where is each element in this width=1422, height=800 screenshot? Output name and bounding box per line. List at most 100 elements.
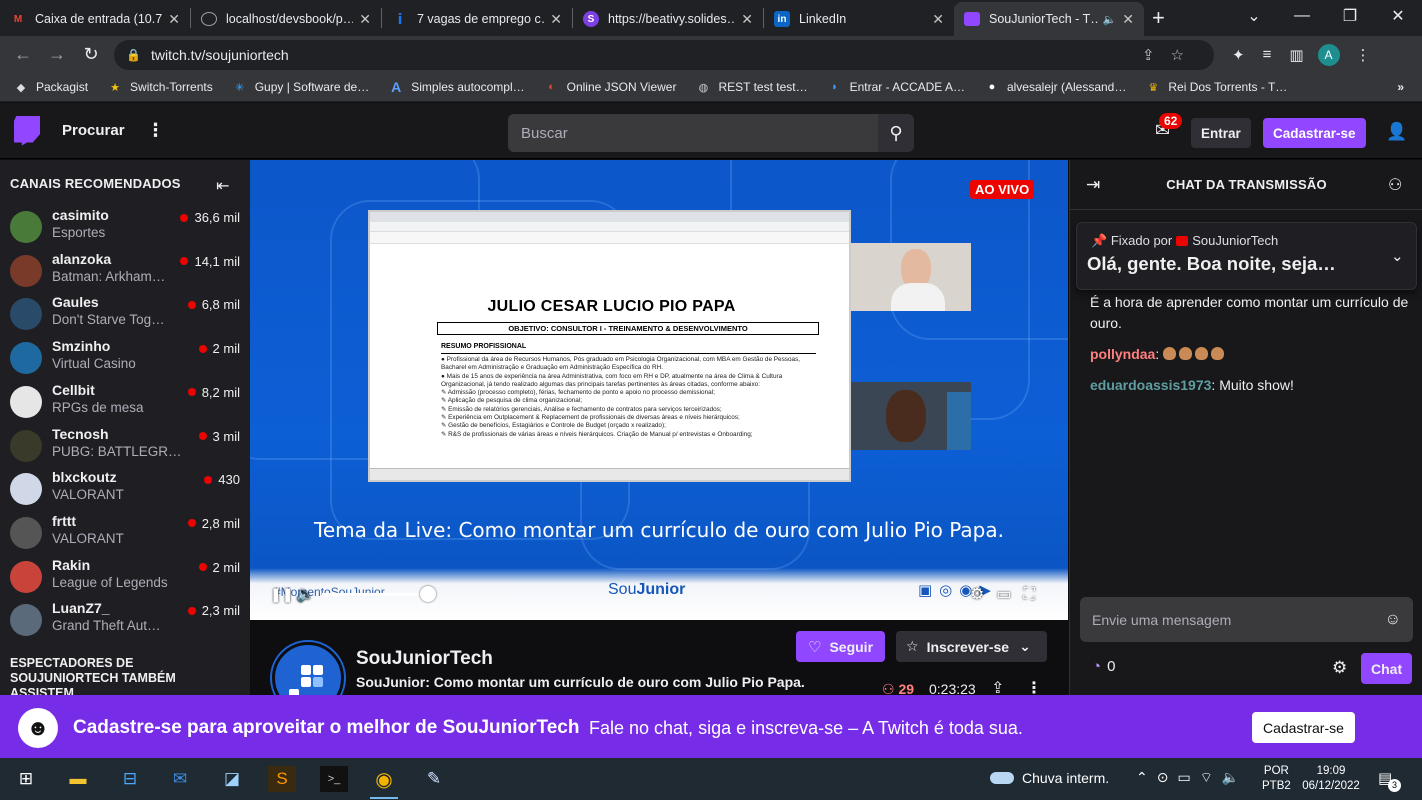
live-dot-icon — [180, 257, 189, 266]
close-window-button[interactable]: ✕ — [1374, 6, 1422, 26]
browser-tab-vagas[interactable]: ⅰ 7 vagas de emprego c… ✕ — [382, 2, 572, 36]
bookmark-packagist[interactable]: ◆ Packagist — [14, 80, 88, 94]
pinned-message[interactable]: 📌 Fixado por SouJuniorTech Olá, gente. Bo… — [1076, 222, 1417, 290]
language-indicator[interactable]: POR PTB2 — [1262, 764, 1291, 794]
system-tray-icons[interactable]: ⌃⊙▭⌔🔈 — [1136, 769, 1248, 787]
sidebar-channel[interactable]: blxckoutz VALORANT 430 — [0, 467, 250, 511]
clock-time: 19:09 — [1316, 765, 1346, 777]
sublime-icon[interactable]: S — [268, 766, 296, 792]
chat-input[interactable]: Envie uma mensagem ☺ — [1080, 597, 1413, 642]
back-button[interactable]: ← — [6, 44, 40, 65]
player-controls-icons[interactable]: ⚙▭⛶ — [970, 584, 1047, 604]
volume-slider-handle[interactable] — [420, 586, 436, 602]
new-tab-button[interactable]: + — [1152, 5, 1165, 31]
chrome-icon[interactable]: ◉ — [370, 766, 398, 799]
weather-widget[interactable]: Chuva interm. — [990, 770, 1109, 786]
side-panel-icon[interactable]: ▥ — [1289, 46, 1303, 64]
live-dot-icon — [204, 475, 213, 484]
channel-avatar[interactable] — [272, 642, 344, 695]
close-icon[interactable]: ✕ — [932, 11, 944, 28]
media-control-icon[interactable]: ≡ — [1263, 46, 1272, 63]
search-input[interactable]: Buscar — [508, 114, 878, 152]
notes-icon[interactable]: ◪ — [218, 766, 246, 792]
omnibox[interactable]: 🔒 twitch.tv/souju­niortech ⇪☆ — [114, 39, 1214, 70]
bookmark-json-viewer[interactable]: ◐ Online JSON Viewer — [545, 80, 676, 94]
sidebar-channel[interactable]: frttt VALORANT 2,8 mil — [0, 511, 250, 555]
more-menu-icon[interactable]: ⋮ — [147, 120, 165, 141]
volume-slider-track[interactable] — [322, 593, 428, 596]
search-button[interactable]: ⚲ — [878, 114, 914, 152]
close-icon[interactable]: ✕ — [1122, 11, 1134, 28]
browser-tab-solides[interactable]: S https://beativy.solides… ✕ — [573, 2, 763, 36]
sidebar-channel[interactable]: alanzoka Batman: Arkham… 14,1 mil — [0, 249, 250, 293]
notification-center-icon[interactable]: ▤ 3 — [1378, 769, 1401, 792]
community-icon[interactable]: ⚇ — [1388, 175, 1402, 195]
terminal-icon[interactable]: >_ — [320, 766, 348, 792]
browser-tab-twitch[interactable]: SouJuniorTech - T… 🔈 ✕ — [954, 2, 1144, 36]
more-bookmarks-icon[interactable]: » — [1397, 80, 1404, 94]
share-and-star-icons[interactable]: ⇪☆ — [1142, 46, 1200, 64]
banner-signup-button[interactable]: Cadastrar-se — [1252, 712, 1355, 743]
minimize-button[interactable]: — — [1278, 7, 1326, 25]
chat-settings-icon[interactable]: ⚙ — [1332, 658, 1347, 678]
browser-tab-localhost[interactable]: localhost/devsbook/p… ✕ — [191, 2, 381, 36]
windows-start-icon[interactable]: ⊞ — [12, 766, 40, 792]
reload-button[interactable]: ↻ — [74, 44, 108, 65]
chevron-down-icon[interactable]: ⌄ — [1391, 247, 1404, 265]
browse-link[interactable]: Procurar — [62, 122, 125, 139]
viewer-count-value: 2 mil — [212, 559, 240, 575]
profile-avatar[interactable]: A — [1317, 43, 1340, 66]
channel-name[interactable]: SouJuniorTech — [356, 648, 493, 670]
browser-tab-linkedin[interactable]: in LinkedIn ✕ — [764, 2, 954, 36]
sidebar-channel[interactable]: Tecnosh PUBG: BATTLEGR… 3 mil — [0, 424, 250, 468]
bookmark-rest-test[interactable]: ◍ REST test test… — [696, 80, 808, 94]
bookmark-github[interactable]: ● alvesalejr (Alessand… — [985, 80, 1127, 94]
share-icon[interactable]: ⇪ — [991, 678, 1004, 695]
lock-icon[interactable]: 🔒 — [126, 48, 141, 62]
close-icon[interactable]: ✕ — [741, 11, 753, 28]
store-icon[interactable]: ⊟ — [116, 766, 144, 792]
emote-picker-icon[interactable]: ☺ — [1385, 611, 1401, 629]
forward-button[interactable]: → — [40, 44, 74, 65]
chat-username[interactable]: pollyndaa — [1090, 346, 1155, 362]
sidebar-channel[interactable]: LuanZ7_ Grand Theft Aut… 2,3 mil — [0, 598, 250, 642]
channel-points[interactable]: ◔ 0 — [1092, 658, 1115, 675]
pin-icon: 📌 — [1091, 233, 1108, 248]
bookmark-accade[interactable]: ◗ Entrar - ACCADE A… — [828, 80, 965, 94]
clock[interactable]: 19:09 06/12/2022 — [1300, 764, 1362, 794]
restore-button[interactable]: ❐ — [1326, 6, 1374, 26]
mail-icon[interactable]: ✉ — [166, 766, 194, 792]
user-menu-icon[interactable]: 👤 — [1386, 122, 1407, 142]
extensions-icon[interactable]: ✦ — [1232, 46, 1245, 64]
more-options-icon[interactable]: ⋮ — [1026, 678, 1042, 695]
tab-search-icon[interactable]: ⌄ — [1230, 6, 1278, 26]
bookmark-switch-torrents[interactable]: ★ Switch-Torrents — [108, 80, 213, 94]
close-icon[interactable]: ✕ — [359, 11, 371, 28]
sidebar-channel[interactable]: Gaules Don't Starve Tog… 6,8 mil — [0, 292, 250, 336]
paint-icon[interactable]: ✎ — [420, 766, 448, 792]
file-explorer-icon[interactable]: ▬ — [64, 766, 92, 792]
video-player[interactable]: AO VIVO JULIO CESAR LUCIO PIO PAPA OBJET… — [250, 160, 1068, 620]
twitch-logo-icon[interactable] — [14, 115, 40, 146]
volume-icon[interactable]: 🔈 — [296, 585, 315, 603]
login-button[interactable]: Entrar — [1191, 118, 1251, 148]
sidebar-channel[interactable]: casimito Esportes 36,6 mil — [0, 205, 250, 249]
menu-icon[interactable]: ⋮ — [1356, 46, 1371, 64]
follow-button[interactable]: ♡ Seguir — [796, 631, 886, 662]
bookmark-autocomplete[interactable]: A Simples autocompl… — [389, 79, 524, 95]
sidebar-channel[interactable]: Smzinho Virtual Casino 2 mil — [0, 336, 250, 380]
audio-icon[interactable]: 🔈 — [1103, 13, 1117, 26]
bookmark-rei-torrents[interactable]: ♛ Rei Dos Torrents - T… — [1146, 80, 1287, 94]
subscribe-button[interactable]: ☆ Inscrever-se ⌄ — [896, 631, 1047, 662]
collapse-sidebar-icon[interactable]: ⇤ — [216, 176, 229, 196]
chat-send-button[interactable]: Chat — [1361, 653, 1413, 684]
bookmark-gupy[interactable]: ✳ Gupy | Software de… — [233, 80, 369, 94]
signup-button[interactable]: Cadastrar-se — [1263, 118, 1366, 148]
chat-username[interactable]: eduardoassis1973 — [1090, 377, 1211, 393]
pause-icon[interactable]: ❚❚ — [270, 586, 293, 603]
browser-tab-gmail[interactable]: M Caixa de entrada (10.7… ✕ — [0, 2, 190, 36]
sidebar-channel[interactable]: Cellbit RPGs de mesa 8,2 mil — [0, 380, 250, 424]
close-icon[interactable]: ✕ — [168, 11, 180, 28]
close-icon[interactable]: ✕ — [550, 11, 562, 28]
sidebar-channel[interactable]: Rakin League of Legends 2 mil — [0, 555, 250, 599]
